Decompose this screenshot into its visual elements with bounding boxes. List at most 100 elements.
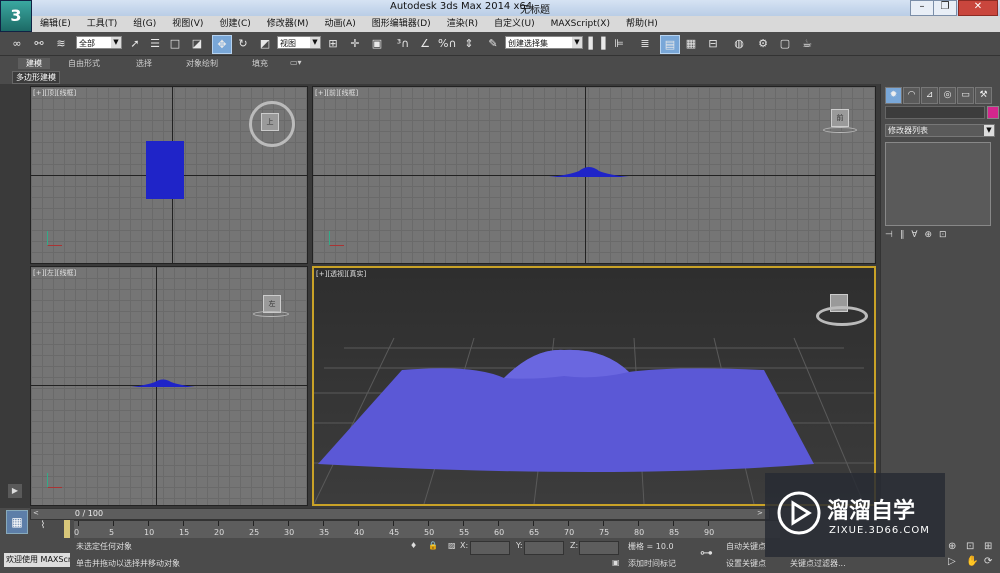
zoom-all-icon[interactable]: ⊞ — [984, 541, 992, 552]
graphite-toggle-icon[interactable]: ▤ — [660, 35, 680, 54]
viewport-layout-icon[interactable]: ▦ — [6, 510, 28, 534]
y-coord-field[interactable] — [524, 541, 564, 555]
window-crossing-icon[interactable]: ◪ — [188, 35, 206, 52]
modify-tab-icon[interactable]: ◠ — [903, 87, 920, 104]
key-filters-button[interactable]: 关键点过滤器... — [790, 558, 846, 569]
menu-customize[interactable]: 自定义(U) — [486, 16, 543, 32]
viewport-label[interactable]: [+][左][线框] — [33, 268, 76, 278]
orbit-icon[interactable]: ⟳ — [984, 556, 992, 567]
viewcube[interactable]: 上 — [261, 113, 279, 131]
render-teapot-icon[interactable]: ☕ — [798, 35, 816, 52]
z-coord-field[interactable] — [579, 541, 619, 555]
object-name-field[interactable] — [885, 106, 985, 119]
expand-track-bar-icon[interactable]: ▶ — [8, 484, 22, 498]
mirror-icon[interactable]: ▌▐ — [588, 35, 606, 52]
select-rotate-icon[interactable]: ↻ — [234, 35, 252, 52]
pivot-center-icon[interactable]: ⊞ — [324, 35, 342, 52]
set-key-button[interactable]: 设置关键点 — [726, 558, 766, 569]
angle-snap-icon[interactable]: ∠ — [416, 35, 434, 52]
select-move-icon[interactable]: ✥ — [212, 35, 232, 54]
named-selection-dropdown[interactable]: 创建选择集 ▼ — [505, 36, 583, 49]
spinner-snap-icon[interactable]: ⇕ — [460, 35, 478, 52]
reference-coord-dropdown[interactable]: 视图 ▼ — [277, 36, 321, 49]
viewport-label[interactable]: [+][顶][线框] — [33, 88, 76, 98]
unlink-icon[interactable]: ⚯ — [30, 35, 48, 52]
bind-spacewarp-icon[interactable]: ≋ — [52, 35, 70, 52]
key-icon[interactable]: ⊶ — [700, 546, 713, 561]
polygon-modeling-tab[interactable]: 多边形建模 — [12, 71, 60, 84]
select-scale-icon[interactable]: ◩ — [256, 35, 274, 52]
link-icon[interactable]: ∞ — [8, 35, 26, 52]
auto-key-button[interactable]: 自动关键点 — [726, 541, 766, 552]
tab-populate[interactable]: 填充 — [252, 58, 268, 69]
align-icon[interactable]: ⊫ — [610, 35, 628, 52]
modifier-list-dropdown[interactable]: 修改器列表 ▼ — [885, 124, 995, 137]
next-frame-icon[interactable]: > — [757, 509, 765, 519]
mini-curve-editor-icon[interactable]: ⌇ — [34, 520, 52, 534]
edit-named-selection-icon[interactable]: ✎ — [484, 35, 502, 52]
viewcube[interactable]: 前 — [831, 109, 849, 127]
tab-selection[interactable]: 选择 — [136, 58, 152, 69]
select-object-icon[interactable]: ➚ — [126, 35, 144, 52]
schematic-view-icon[interactable]: ⊟ — [704, 35, 722, 52]
menu-help[interactable]: 帮助(H) — [618, 16, 666, 32]
render-setup-icon[interactable]: ⚙ — [754, 35, 772, 52]
viewport-top[interactable]: [+][顶][线框] 上 — [30, 86, 308, 264]
track-bar[interactable]: 0 5 10 15 20 25 30 35 40 45 50 55 60 65 70 75 80 85 90 — [74, 520, 780, 538]
rect-region-icon[interactable]: □ — [166, 35, 184, 52]
keyboard-shortcut-icon[interactable]: ▣ — [368, 35, 386, 52]
time-tag-icon[interactable]: ▣ — [612, 558, 620, 567]
zoom-icon[interactable]: ⊕ — [948, 541, 956, 552]
motion-tab-icon[interactable]: ◎ — [939, 87, 956, 104]
manipulate-icon[interactable]: ✛ — [346, 35, 364, 52]
material-editor-icon[interactable]: ◍ — [730, 35, 748, 52]
ribbon-options-icon[interactable]: ▭▾ — [290, 58, 302, 67]
menu-views[interactable]: 视图(V) — [164, 16, 211, 32]
minimize-button[interactable]: – — [910, 0, 934, 16]
menu-modifiers[interactable]: 修改器(M) — [259, 16, 317, 32]
close-button[interactable]: ✕ — [958, 0, 998, 16]
viewport-left[interactable]: [+][左][线框] 左 — [30, 266, 308, 506]
zoom-extents-icon[interactable]: ⊡ — [966, 541, 974, 552]
viewcube-ring[interactable] — [816, 306, 868, 326]
transform-type-in-icon[interactable]: ▨ — [448, 541, 456, 550]
menu-maxscript[interactable]: MAXScript(X) — [543, 16, 618, 32]
select-by-name-icon[interactable]: ☰ — [146, 35, 164, 52]
plane-object-left[interactable] — [131, 377, 195, 389]
selection-filter-dropdown[interactable]: 全部 ▼ — [76, 36, 122, 49]
tab-object-paint[interactable]: 对象绘制 — [186, 58, 218, 69]
object-color-swatch[interactable] — [987, 106, 999, 119]
percent-snap-icon[interactable]: %∩ — [438, 35, 457, 52]
absolute-mode-icon[interactable]: 🔒 — [428, 541, 438, 550]
maxscript-listener[interactable]: 欢迎使用 MAXScr — [4, 553, 70, 567]
rendered-frame-icon[interactable]: ▢ — [776, 35, 794, 52]
tab-freeform[interactable]: 自由形式 — [68, 58, 100, 69]
menu-create[interactable]: 创建(C) — [211, 16, 258, 32]
menu-edit[interactable]: 编辑(E) — [32, 16, 79, 32]
viewcube-ring[interactable] — [253, 311, 289, 317]
layer-manager-icon[interactable]: ≣ — [636, 35, 654, 52]
field-of-view-icon[interactable]: ▷ — [948, 556, 956, 567]
prev-frame-icon[interactable]: < — [33, 509, 41, 519]
menu-graph-editors[interactable]: 图形编辑器(D) — [364, 16, 439, 32]
menu-rendering[interactable]: 渲染(R) — [439, 16, 486, 32]
snaps-toggle-icon[interactable]: ³∩ — [394, 35, 412, 52]
time-slider-handle[interactable] — [64, 520, 70, 538]
plane-object-front[interactable] — [549, 163, 629, 179]
create-tab-icon[interactable]: ✹ — [885, 87, 902, 104]
menu-animation[interactable]: 动画(A) — [317, 16, 364, 32]
time-slider[interactable]: < 0 / 100 > — [30, 508, 770, 520]
maximize-button[interactable]: ❐ — [933, 0, 957, 16]
viewcube-ring[interactable] — [823, 127, 857, 133]
modifier-stack[interactable] — [885, 142, 991, 226]
viewport-label[interactable]: [+][前][线框] — [315, 88, 358, 98]
lock-selection-icon[interactable]: ♦ — [410, 541, 417, 550]
curve-editor-icon[interactable]: ▦ — [682, 35, 700, 52]
pan-icon[interactable]: ✋ — [966, 556, 978, 567]
x-coord-field[interactable] — [470, 541, 510, 555]
viewport-perspective[interactable]: [+][透视][真实] — [312, 266, 876, 506]
menu-group[interactable]: 组(G) — [125, 16, 164, 32]
tab-modeling[interactable]: 建模 — [18, 58, 50, 69]
box-object[interactable] — [146, 141, 184, 199]
app-menu-icon[interactable]: 3 — [0, 0, 32, 32]
